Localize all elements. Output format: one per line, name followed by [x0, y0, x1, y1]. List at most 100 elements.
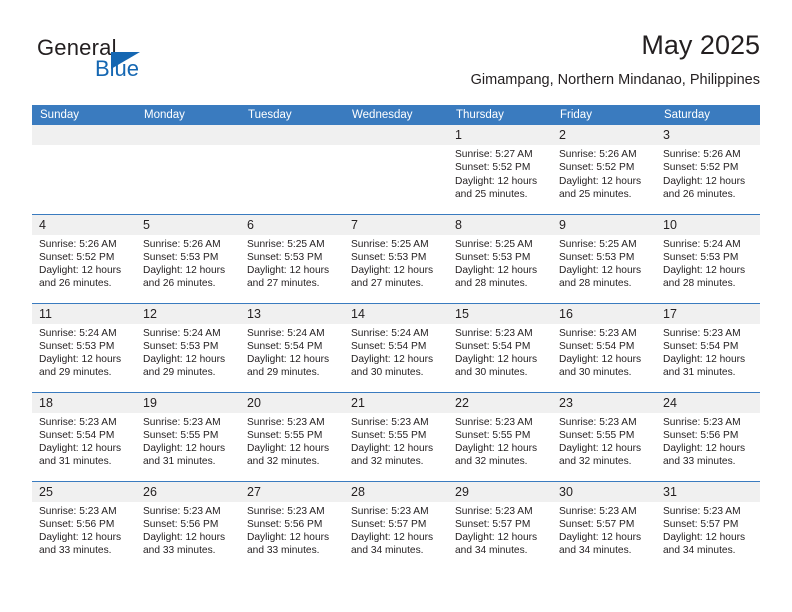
sunset-text: Sunset: 5:55 PM	[559, 429, 635, 441]
weekday-header-saturday: Saturday	[656, 105, 760, 125]
weekday-header-thursday: Thursday	[448, 105, 552, 125]
calendar-day-cell[interactable]: 9 Sunrise: 5:25 AM Sunset: 5:53 PM Daylight…	[552, 213, 656, 303]
day-details: Sunrise: 5:25 AM Sunset: 5:53 PM Daylight:…	[448, 235, 552, 291]
day-number: 16	[552, 303, 656, 324]
day-number: 17	[656, 303, 760, 324]
calendar-day-cell[interactable]: 14 Sunrise: 5:24 AM Sunset: 5:54 PM Dayligh…	[344, 302, 448, 392]
sunset-text: Sunset: 5:57 PM	[455, 518, 531, 530]
calendar-day-cell[interactable]: 7 Sunrise: 5:25 AM Sunset: 5:53 PM Daylight…	[344, 213, 448, 303]
calendar-day-cell[interactable]: 6 Sunrise: 5:25 AM Sunset: 5:53 PM Daylight…	[240, 213, 344, 303]
sunrise-text: Sunrise: 5:23 AM	[351, 416, 429, 428]
calendar-day-cell[interactable]: 13 Sunrise: 5:24 AM Sunset: 5:54 PM Dayligh…	[240, 302, 344, 392]
calendar-day-cell[interactable]: 25 Sunrise: 5:23 AM Sunset: 5:56 PM Dayligh…	[32, 480, 136, 570]
day-details: Sunrise: 5:23 AM Sunset: 5:54 PM Daylight:…	[552, 324, 656, 380]
sunset-text: Sunset: 5:54 PM	[351, 340, 427, 352]
daylight-text: Daylight: 12 hours and 32 minutes.	[559, 443, 642, 468]
sunrise-text: Sunrise: 5:25 AM	[559, 238, 637, 250]
daylight-text: Daylight: 12 hours and 26 minutes.	[39, 265, 122, 290]
sunrise-text: Sunrise: 5:26 AM	[663, 149, 741, 160]
sunrise-text: Sunrise: 5:25 AM	[247, 238, 325, 250]
day-details: Sunrise: 5:23 AM Sunset: 5:55 PM Daylight:…	[240, 413, 344, 469]
day-number: 23	[552, 392, 656, 413]
calendar-day-cell[interactable]: 12 Sunrise: 5:24 AM Sunset: 5:53 PM Dayligh…	[136, 302, 240, 392]
calendar-day-cell[interactable]: 8 Sunrise: 5:25 AM Sunset: 5:53 PM Daylight…	[448, 213, 552, 303]
day-details: Sunrise: 5:23 AM Sunset: 5:56 PM Daylight:…	[240, 502, 344, 558]
calendar-day-cell[interactable]: 19 Sunrise: 5:23 AM Sunset: 5:55 PM Dayligh…	[136, 391, 240, 481]
sunset-text: Sunset: 5:52 PM	[663, 162, 739, 174]
calendar-day-cell[interactable]: 3 Sunrise: 5:26 AM Sunset: 5:52 PM Daylight…	[656, 125, 760, 214]
day-number: 11	[32, 303, 136, 324]
logo-text-blue: Blue	[95, 56, 140, 81]
day-details: Sunrise: 5:23 AM Sunset: 5:57 PM Daylight:…	[552, 502, 656, 558]
day-details: Sunrise: 5:23 AM Sunset: 5:56 PM Daylight:…	[32, 502, 136, 558]
day-details: Sunrise: 5:24 AM Sunset: 5:53 PM Daylight:…	[656, 235, 760, 291]
day-details: Sunrise: 5:25 AM Sunset: 5:53 PM Daylight:…	[552, 235, 656, 291]
day-details: Sunrise: 5:27 AM Sunset: 5:52 PM Daylight:…	[448, 145, 552, 201]
calendar-day-cell[interactable]: 22 Sunrise: 5:23 AM Sunset: 5:55 PM Dayligh…	[448, 391, 552, 481]
day-number: 25	[32, 481, 136, 502]
day-details: Sunrise: 5:23 AM Sunset: 5:54 PM Daylight:…	[32, 413, 136, 469]
sunrise-text: Sunrise: 5:23 AM	[247, 505, 325, 517]
sunset-text: Sunset: 5:54 PM	[663, 340, 739, 352]
calendar-cell-empty	[136, 125, 240, 214]
sunset-text: Sunset: 5:53 PM	[351, 251, 427, 263]
sunset-text: Sunset: 5:53 PM	[143, 340, 219, 352]
day-number	[344, 125, 448, 145]
calendar-day-cell[interactable]: 30 Sunrise: 5:23 AM Sunset: 5:57 PM Dayligh…	[552, 480, 656, 570]
day-number: 6	[240, 214, 344, 235]
day-number: 7	[344, 214, 448, 235]
sunset-text: Sunset: 5:56 PM	[143, 518, 219, 530]
sunrise-text: Sunrise: 5:24 AM	[663, 238, 741, 250]
daylight-text: Daylight: 12 hours and 26 minutes.	[663, 175, 746, 200]
day-number: 27	[240, 481, 344, 502]
page-subtitle: Gimampang, Northern Mindanao, Philippine…	[470, 72, 760, 88]
day-number: 22	[448, 392, 552, 413]
day-details: Sunrise: 5:23 AM Sunset: 5:54 PM Daylight:…	[656, 324, 760, 380]
calendar-page: General Blue May 2025 Gimampang, Norther…	[0, 0, 792, 612]
day-number: 3	[656, 125, 760, 145]
calendar-day-cell[interactable]: 26 Sunrise: 5:23 AM Sunset: 5:56 PM Dayligh…	[136, 480, 240, 570]
sunrise-text: Sunrise: 5:23 AM	[143, 416, 221, 428]
day-number: 28	[344, 481, 448, 502]
sunrise-text: Sunrise: 5:24 AM	[39, 327, 117, 339]
general-blue-logo[interactable]: General Blue	[37, 36, 217, 92]
daylight-text: Daylight: 12 hours and 30 minutes.	[559, 354, 642, 379]
calendar-day-cell[interactable]: 18 Sunrise: 5:23 AM Sunset: 5:54 PM Dayligh…	[32, 391, 136, 481]
sunrise-text: Sunrise: 5:23 AM	[39, 416, 117, 428]
day-number	[32, 125, 136, 145]
sunset-text: Sunset: 5:57 PM	[559, 518, 635, 530]
weekday-header-sunday: Sunday	[32, 105, 136, 125]
calendar-day-cell[interactable]: 27 Sunrise: 5:23 AM Sunset: 5:56 PM Dayligh…	[240, 480, 344, 570]
calendar-day-cell[interactable]: 15 Sunrise: 5:23 AM Sunset: 5:54 PM Dayligh…	[448, 302, 552, 392]
calendar-day-cell[interactable]: 5 Sunrise: 5:26 AM Sunset: 5:53 PM Daylight…	[136, 213, 240, 303]
sunrise-text: Sunrise: 5:23 AM	[663, 505, 741, 517]
calendar-day-cell[interactable]: 17 Sunrise: 5:23 AM Sunset: 5:54 PM Dayligh…	[656, 302, 760, 392]
daylight-text: Daylight: 12 hours and 27 minutes.	[247, 265, 330, 290]
sunset-text: Sunset: 5:54 PM	[39, 429, 115, 441]
calendar-day-cell[interactable]: 4 Sunrise: 5:26 AM Sunset: 5:52 PM Daylight…	[32, 213, 136, 303]
daylight-text: Daylight: 12 hours and 33 minutes.	[247, 532, 330, 557]
sunrise-text: Sunrise: 5:23 AM	[247, 416, 325, 428]
calendar-table: Sunday Monday Tuesday Wednesday Thursday…	[32, 105, 760, 570]
calendar-day-cell[interactable]: 24 Sunrise: 5:23 AM Sunset: 5:56 PM Dayligh…	[656, 391, 760, 481]
calendar-day-cell[interactable]: 2 Sunrise: 5:26 AM Sunset: 5:52 PM Daylight…	[552, 125, 656, 214]
daylight-text: Daylight: 12 hours and 31 minutes.	[39, 443, 122, 468]
calendar-day-cell[interactable]: 28 Sunrise: 5:23 AM Sunset: 5:57 PM Dayligh…	[344, 480, 448, 570]
sunset-text: Sunset: 5:53 PM	[247, 251, 323, 263]
calendar-day-cell[interactable]: 16 Sunrise: 5:23 AM Sunset: 5:54 PM Dayligh…	[552, 302, 656, 392]
calendar-day-cell[interactable]: 11 Sunrise: 5:24 AM Sunset: 5:53 PM Dayligh…	[32, 302, 136, 392]
sunset-text: Sunset: 5:56 PM	[39, 518, 115, 530]
calendar-cell-empty	[240, 125, 344, 214]
calendar-day-cell[interactable]: 10 Sunrise: 5:24 AM Sunset: 5:53 PM Dayligh…	[656, 213, 760, 303]
calendar-day-cell[interactable]: 29 Sunrise: 5:23 AM Sunset: 5:57 PM Dayligh…	[448, 480, 552, 570]
day-number: 24	[656, 392, 760, 413]
calendar-day-cell[interactable]: 23 Sunrise: 5:23 AM Sunset: 5:55 PM Dayligh…	[552, 391, 656, 481]
day-number: 30	[552, 481, 656, 502]
calendar-day-cell[interactable]: 21 Sunrise: 5:23 AM Sunset: 5:55 PM Dayligh…	[344, 391, 448, 481]
sunset-text: Sunset: 5:53 PM	[663, 251, 739, 263]
sunrise-text: Sunrise: 5:24 AM	[351, 327, 429, 339]
calendar-day-cell[interactable]: 1 Sunrise: 5:27 AM Sunset: 5:52 PM Daylight…	[448, 125, 552, 214]
day-number: 12	[136, 303, 240, 324]
calendar-day-cell[interactable]: 20 Sunrise: 5:23 AM Sunset: 5:55 PM Dayligh…	[240, 391, 344, 481]
calendar-day-cell[interactable]: 31 Sunrise: 5:23 AM Sunset: 5:57 PM Dayligh…	[656, 480, 760, 570]
